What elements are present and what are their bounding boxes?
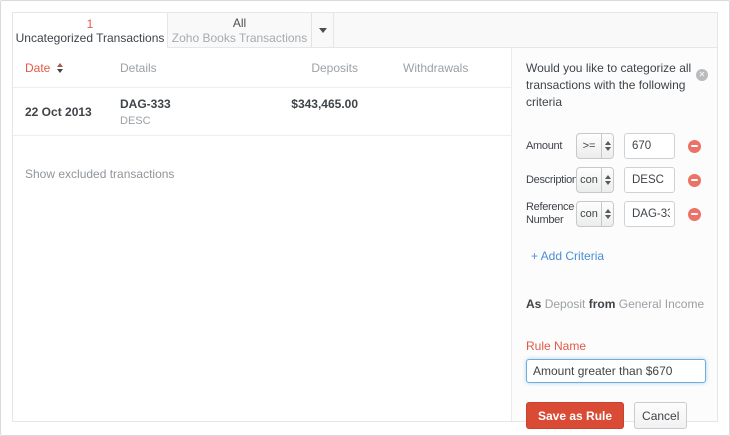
sentence-category: Deposit [545, 297, 586, 311]
sort-up-arrow-icon [57, 63, 63, 67]
stepper-down-icon [605, 147, 611, 151]
criteria-label-description: Description [526, 174, 576, 187]
cell-deposit: $343,465.00 [265, 97, 358, 127]
amount-operator-value: >= [577, 140, 601, 152]
criteria-row-amount: Amount >= [526, 133, 705, 159]
rule-name-input[interactable] [526, 359, 706, 383]
panel-title: Would you like to categorize all transac… [526, 60, 700, 111]
stepper-up-icon [605, 175, 611, 179]
tab-all-zoho-books-main[interactable]: All Zoho Books Transactions [168, 13, 311, 48]
tab-all-title: All [233, 16, 246, 31]
reference-operator-select[interactable]: con [576, 201, 614, 227]
cell-reference: DAG-333 [120, 97, 265, 111]
add-criteria-link[interactable]: + Add Criteria [531, 249, 604, 263]
stepper-up-icon [605, 141, 611, 145]
remove-criteria-icon[interactable] [688, 140, 701, 153]
criteria-label-amount: Amount [526, 140, 576, 153]
categorize-rule-panel: ✕ Would you like to categorize all trans… [511, 48, 717, 421]
sentence-from: from [589, 297, 616, 311]
select-stepper-icon [601, 168, 613, 192]
cell-date: 22 Oct 2013 [25, 97, 120, 127]
tab-all-label: Zoho Books Transactions [172, 31, 307, 46]
description-value-input[interactable] [624, 167, 675, 193]
column-header-deposits: Deposits [265, 61, 358, 75]
column-header-date-wrap: Date [25, 61, 120, 75]
criteria-label-reference-number: Reference Number [526, 201, 576, 227]
table-header-row: Date Details Deposits Withdrawals [13, 48, 511, 88]
table-row[interactable]: 22 Oct 2013 DAG-333 DESC $343,465.00 [13, 88, 511, 136]
tab-all-zoho-books: All Zoho Books Transactions [168, 13, 334, 48]
criteria-row-reference-number: Reference Number con [526, 201, 705, 227]
stepper-down-icon [605, 181, 611, 185]
reference-value-input[interactable] [624, 201, 675, 227]
date-header-label: Date [25, 61, 50, 75]
cell-description: DESC [120, 115, 265, 127]
select-stepper-icon [601, 202, 613, 226]
transactions-table: Date Details Deposits Withdrawals 22 Oct… [13, 48, 511, 421]
content-area: Date Details Deposits Withdrawals 22 Oct… [13, 48, 717, 421]
column-header-details: Details [120, 61, 265, 75]
tab-dropdown-button[interactable] [311, 13, 333, 48]
stepper-up-icon [605, 209, 611, 213]
sentence-account: General Income [619, 297, 704, 311]
category-sentence: As Deposit from General Income [526, 297, 705, 311]
sort-icon [57, 63, 63, 73]
column-header-withdrawals: Withdrawals [358, 61, 468, 75]
column-header-date[interactable]: Date [25, 61, 63, 75]
amount-operator-select[interactable]: >= [576, 133, 614, 159]
cancel-button[interactable]: Cancel [634, 402, 687, 429]
chevron-down-icon [319, 28, 327, 33]
remove-criteria-icon[interactable] [688, 174, 701, 187]
remove-criteria-icon[interactable] [688, 208, 701, 221]
criteria-row-description: Description con [526, 167, 705, 193]
rule-name-label: Rule Name [526, 339, 705, 353]
criteria-list: Amount >= Description con [526, 133, 705, 227]
select-stepper-icon [601, 134, 613, 158]
description-operator-select[interactable]: con [576, 167, 614, 193]
panel-actions: Save as Rule Cancel [526, 402, 705, 429]
save-as-rule-button[interactable]: Save as Rule [526, 402, 624, 429]
cell-details: DAG-333 DESC [120, 97, 265, 127]
tab-uncategorized-label: Uncategorized Transactions [16, 31, 165, 45]
close-icon[interactable]: ✕ [696, 69, 708, 81]
uncategorized-count-badge: 1 [87, 17, 94, 31]
amount-value-input[interactable] [624, 133, 675, 159]
reference-operator-value: con [577, 208, 601, 220]
stepper-down-icon [605, 215, 611, 219]
banking-transactions-window: 1 Uncategorized Transactions All Zoho Bo… [12, 12, 718, 422]
show-excluded-transactions-link[interactable]: Show excluded transactions [25, 167, 174, 181]
cell-withdrawal [358, 97, 403, 127]
tab-bar: 1 Uncategorized Transactions All Zoho Bo… [13, 13, 717, 48]
sort-down-arrow-icon [57, 69, 63, 73]
sentence-as: As [526, 297, 541, 311]
tab-uncategorized-transactions[interactable]: 1 Uncategorized Transactions [13, 13, 168, 48]
description-operator-value: con [577, 174, 601, 186]
